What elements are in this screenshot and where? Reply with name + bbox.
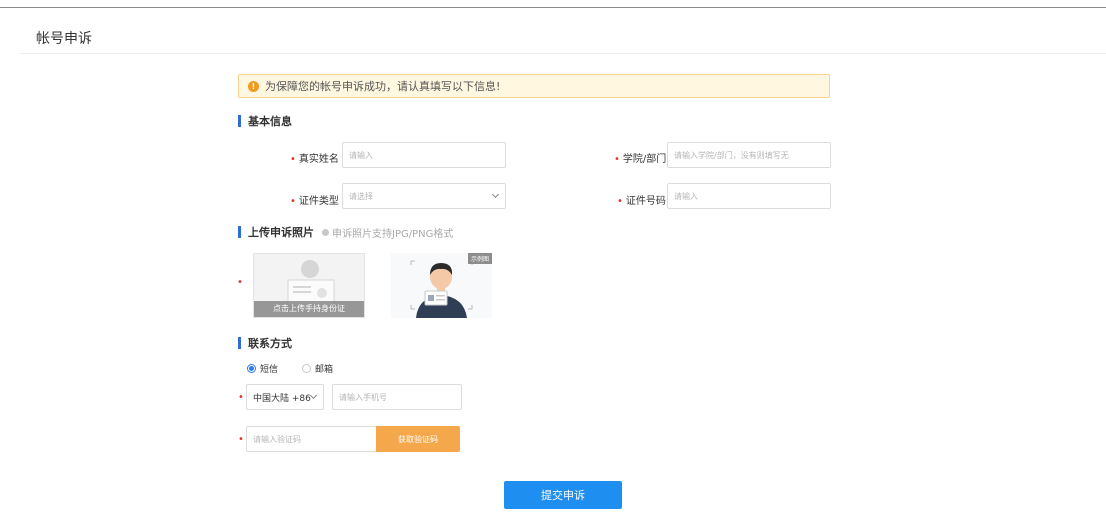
example-tag: 示例图 xyxy=(467,253,492,264)
photo-upload-box[interactable]: 点击上传手持身份证 xyxy=(253,253,365,318)
chevron-down-icon xyxy=(309,391,318,400)
section-title: 联系方式 xyxy=(248,337,292,350)
info-icon: ! xyxy=(248,80,259,92)
required-mark: • xyxy=(237,277,243,288)
phone-input[interactable] xyxy=(332,384,462,410)
notice-text: 为保障您的帐号申诉成功，请认真填写以下信息! xyxy=(265,80,501,93)
example-photo: 示例图 xyxy=(391,253,492,318)
section-title: 基本信息 xyxy=(248,115,292,128)
submit-appeal-button[interactable]: 提交申诉 xyxy=(504,481,622,509)
section-marker xyxy=(238,226,241,238)
real-name-label: • 真实姓名 xyxy=(290,154,339,165)
section-marker xyxy=(238,115,241,127)
format-hint: 申诉照片支持JPG/PNG格式 xyxy=(322,225,453,240)
id-type-label: • 证件类型 xyxy=(290,196,339,207)
section-marker xyxy=(238,337,241,349)
contact-method-radios: 短信 邮箱 xyxy=(247,362,357,375)
section-title: 上传申诉照片 xyxy=(248,226,314,239)
radio-sms[interactable]: 短信 xyxy=(247,362,278,375)
page-title: 帐号申诉 xyxy=(36,31,92,47)
region-code-select[interactable]: 中国大陆 +86 xyxy=(246,384,324,410)
id-type-select[interactable]: 请选择 xyxy=(342,183,506,209)
section-contact: 联系方式 xyxy=(238,335,292,351)
notice-banner: ! 为保障您的帐号申诉成功，请认真填写以下信息! xyxy=(238,74,830,98)
department-input[interactable] xyxy=(667,142,831,168)
id-number-label: • 证件号码 xyxy=(617,196,666,207)
id-number-input[interactable] xyxy=(667,183,831,209)
real-name-input[interactable] xyxy=(342,142,506,168)
section-photo-upload: 上传申诉照片 申诉照片支持JPG/PNG格式 xyxy=(238,224,453,240)
section-basic-info: 基本信息 xyxy=(238,113,292,129)
required-mark: • xyxy=(238,392,244,403)
verification-code-input[interactable] xyxy=(246,426,377,452)
get-code-button[interactable]: 获取验证码 xyxy=(376,426,460,452)
top-divider xyxy=(0,7,1106,8)
hint-dot-icon xyxy=(322,228,329,236)
radio-unchecked-icon[interactable] xyxy=(302,364,312,373)
radio-email[interactable]: 邮箱 xyxy=(302,362,333,375)
region-code-value: 中国大陆 +86 xyxy=(253,393,311,404)
title-divider xyxy=(20,53,1106,54)
chevron-down-icon xyxy=(491,190,500,199)
upload-caption: 点击上传手持身份证 xyxy=(254,301,364,317)
radio-checked-icon[interactable] xyxy=(247,364,256,373)
department-label: • 学院/部门 xyxy=(614,154,667,165)
required-mark: • xyxy=(238,434,244,445)
id-type-placeholder: 请选择 xyxy=(349,191,373,201)
